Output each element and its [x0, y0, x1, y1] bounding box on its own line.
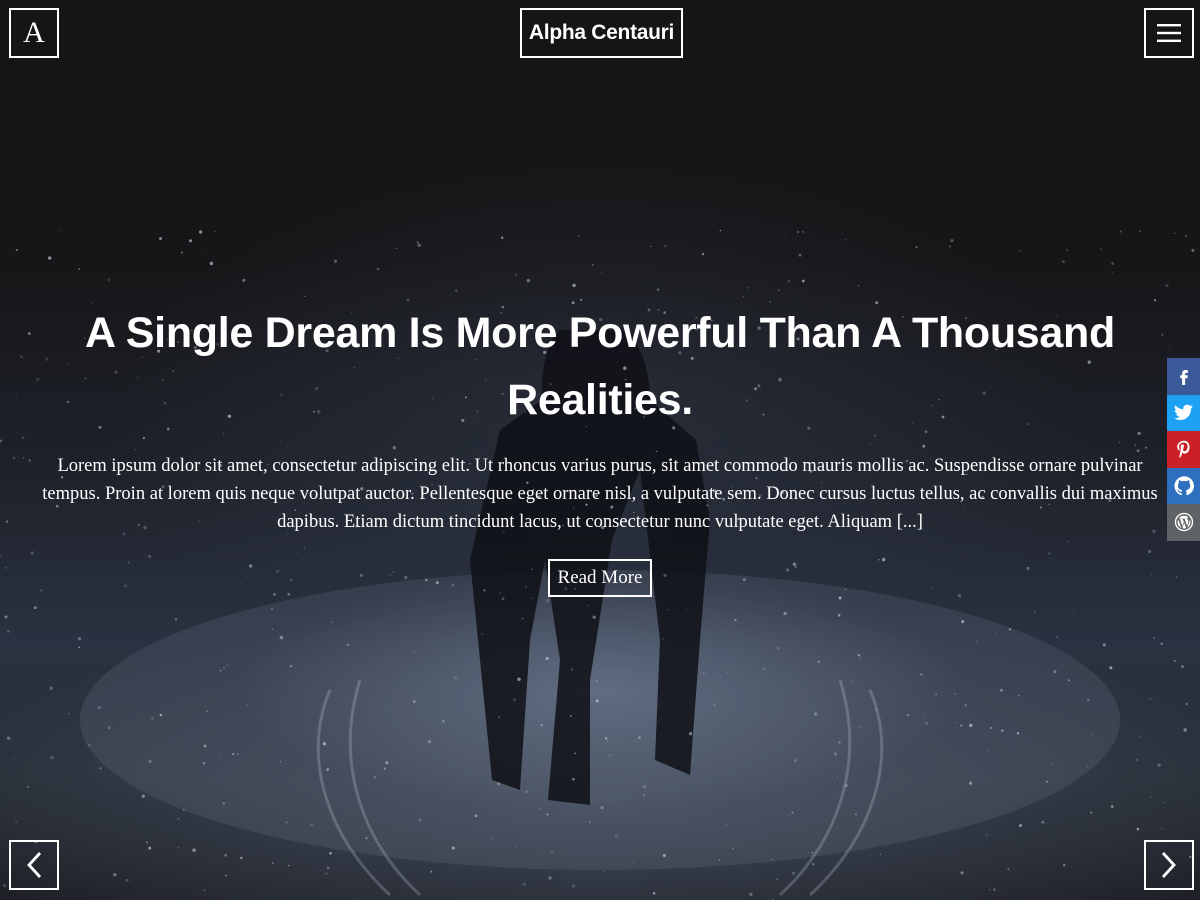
chevron-left-icon — [27, 852, 42, 878]
logo-letter: A — [23, 16, 45, 49]
hero-excerpt: Lorem ipsum dolor sit amet, consectetur … — [42, 456, 1158, 532]
hero-title: A Single Dream Is More Powerful Than A T… — [85, 309, 1115, 424]
pinterest-icon — [1176, 441, 1190, 459]
previous-slide-button[interactable] — [9, 840, 59, 890]
next-slide-button[interactable] — [1144, 840, 1194, 890]
chevron-right-icon — [1161, 852, 1176, 878]
site-title[interactable]: Alpha Centauri — [520, 8, 683, 58]
facebook-share-button[interactable] — [1167, 358, 1200, 395]
menu-toggle-button[interactable] — [1144, 8, 1194, 58]
wordpress-icon — [1174, 513, 1193, 532]
facebook-icon — [1179, 370, 1188, 386]
twitter-share-button[interactable] — [1167, 394, 1200, 431]
site-logo[interactable]: A — [9, 8, 59, 58]
twitter-icon — [1174, 404, 1193, 421]
hamburger-menu-icon — [1157, 24, 1181, 42]
github-icon — [1173, 476, 1194, 495]
hero-content: A Single Dream Is More Powerful Than A T… — [40, 300, 1160, 597]
read-more-button[interactable]: Read More — [547, 559, 653, 597]
wordpress-link-button[interactable] — [1167, 504, 1200, 541]
social-share-bar — [1167, 358, 1200, 541]
github-link-button[interactable] — [1167, 467, 1200, 504]
pinterest-share-button[interactable] — [1167, 431, 1200, 468]
